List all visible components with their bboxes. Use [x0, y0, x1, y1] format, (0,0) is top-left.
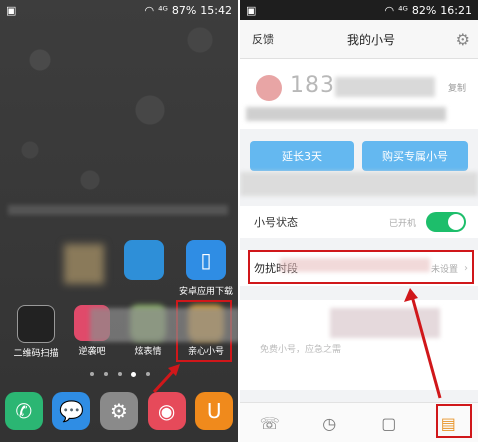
buy-dedicated-number-button[interactable]: 购买专属小号 [362, 141, 468, 171]
status-label: 小号状态 [254, 216, 298, 229]
clock: 16:21 [440, 3, 472, 17]
feedback-button[interactable]: 反馈 [240, 31, 312, 47]
wifi-icon: ◠ [384, 3, 395, 17]
header: 反馈 我的小号 ⚙ [240, 20, 478, 59]
contacts-icon[interactable]: ▢ [374, 414, 404, 433]
app-store-icon[interactable]: ▯ [186, 240, 226, 280]
mosaic-overlay [90, 308, 238, 342]
signal-icon: ⁴ᴳ [398, 3, 408, 17]
battery-level: 82% [411, 3, 437, 17]
camera-icon[interactable]: ◉ [147, 392, 186, 430]
extend-button-wrap: 延长3天 [250, 141, 354, 171]
uc-browser-icon[interactable]: U [195, 392, 234, 430]
clock: 15:42 [200, 3, 232, 17]
qr-code-icon [17, 305, 55, 343]
app-qr-scanner[interactable]: 二维码扫描 [8, 305, 64, 359]
power-toggle[interactable] [426, 212, 466, 232]
right-phone-app: ▣ ◠ ⁴ᴳ 82% 16:21 反馈 我的小号 ⚙ 183 复制 延长3天 购… [240, 0, 478, 442]
gallery-icon: ▣ [6, 3, 17, 17]
arrow-annotation [404, 288, 442, 399]
blurred-banner [240, 172, 478, 196]
status-bar: ▣ ◠ ⁴ᴳ 82% 16:21 [240, 0, 478, 20]
page-title: 我的小号 [346, 32, 395, 47]
account-number: 183 [290, 73, 335, 98]
blurred-number [335, 77, 435, 97]
blurred-row-labels [8, 205, 228, 215]
wifi-icon: ◠ [144, 3, 155, 17]
message-icon[interactable]: 💬 [52, 392, 91, 430]
phone-icon[interactable]: ✆ [4, 392, 43, 430]
highlight-box [436, 404, 472, 438]
app-label-android-download: 安卓应用下载 [178, 287, 233, 297]
copy-button[interactable]: 复制 [448, 81, 466, 94]
blurred-app-icon[interactable] [64, 244, 104, 284]
buy-button-wrap: 购买专属小号 [362, 141, 468, 171]
pinwheel-app-icon[interactable] [124, 240, 164, 280]
status-value: 已开机 [388, 218, 416, 229]
left-phone-homescreen: ▣ ◠ ⁴ᴳ 87% 15:42 ▯ 安卓应用下载 二维码扫描 逆袭吧 炫表情 … [0, 0, 238, 442]
battery-level: 87% [171, 3, 197, 17]
account-card: 183 复制 [240, 59, 478, 129]
dialer-icon[interactable]: ☏ [255, 414, 285, 433]
status-bar: ▣ ◠ ⁴ᴳ 87% 15:42 [0, 0, 238, 20]
notice-text: 免费小号，应急之需 [260, 345, 342, 355]
history-icon[interactable]: ◷ [314, 414, 344, 433]
dock: ✆ 💬 ⚙ ◉ U [0, 380, 238, 442]
gallery-icon: ▣ [246, 3, 257, 17]
signal-icon: ⁴ᴳ [158, 3, 168, 17]
page-indicator [90, 372, 150, 377]
extend-3-days-button[interactable]: 延长3天 [250, 141, 354, 171]
gear-icon[interactable]: ⚙ [430, 30, 478, 49]
mosaic-overlay [280, 258, 430, 272]
settings-icon[interactable]: ⚙ [99, 392, 138, 430]
avatar [256, 75, 282, 101]
blurred-subtitle [246, 107, 446, 121]
status-row: 小号状态 已开机 [240, 206, 478, 238]
